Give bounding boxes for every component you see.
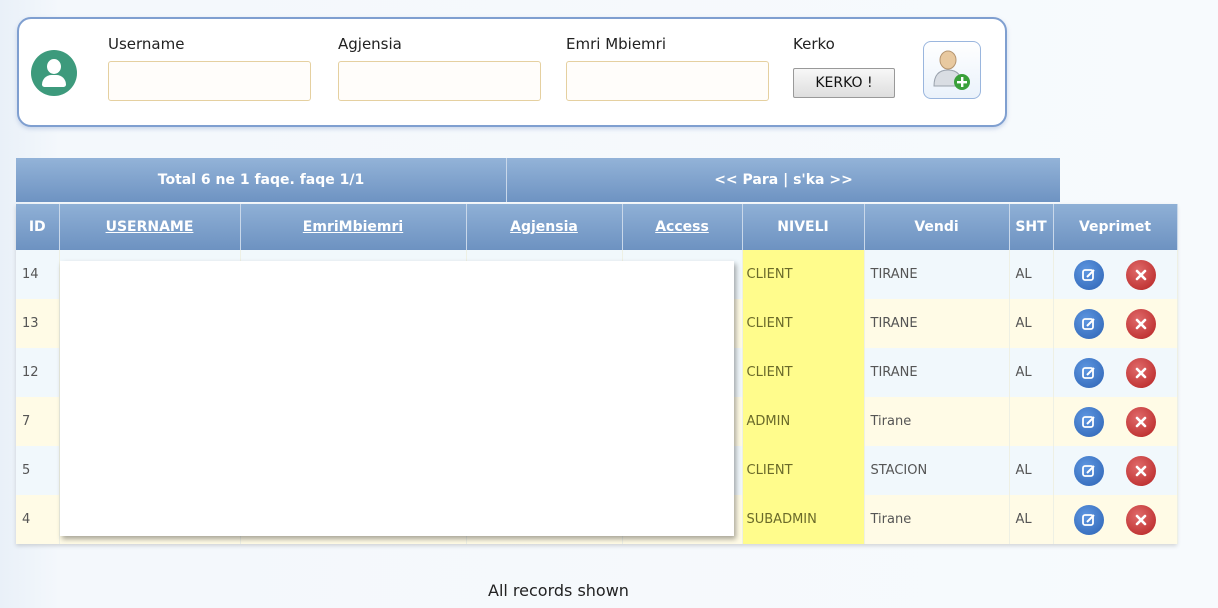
kerko-button[interactable]: KERKO ! xyxy=(793,68,895,98)
delete-icon[interactable] xyxy=(1126,455,1156,486)
vendi-cell: Tirane xyxy=(864,397,1010,446)
sht-cell: AL xyxy=(1009,250,1054,299)
edit-icon[interactable] xyxy=(1074,259,1104,290)
emri-mbiemri-label: Emri Mbiemri xyxy=(566,35,666,53)
edit-icon[interactable] xyxy=(1074,455,1104,486)
add-user-button[interactable] xyxy=(923,41,981,99)
delete-icon[interactable] xyxy=(1126,504,1156,535)
pager-bar: Total 6 ne 1 faqe. faqe 1/1 << Para | s'… xyxy=(16,158,1060,202)
col-vendi: Vendi xyxy=(864,204,1010,250)
col-id-label: ID xyxy=(28,219,46,235)
col-sht: SHT xyxy=(1009,204,1054,250)
col-sht-label: SHT xyxy=(1015,219,1047,235)
table-header-row: ID USERNAME EmriMbiemri Agjensia Access … xyxy=(16,204,1178,250)
niveli-cell: CLIENT xyxy=(742,299,865,348)
kerko-label: Kerko xyxy=(793,35,835,53)
records-status: All records shown xyxy=(488,581,629,600)
niveli-cell: SUBADMIN xyxy=(742,495,865,544)
niveli-cell: CLIENT xyxy=(742,250,865,299)
col-username[interactable]: USERNAME xyxy=(59,204,241,250)
sht-cell xyxy=(1009,397,1054,446)
avatar-body xyxy=(42,75,66,87)
col-veprimet-label: Veprimet xyxy=(1078,219,1152,235)
sht-cell: AL xyxy=(1009,299,1054,348)
niveli-cell: CLIENT xyxy=(742,348,865,397)
vendi-cell: TIRANE xyxy=(864,299,1010,348)
actions-cell xyxy=(1053,250,1178,299)
avatar-head xyxy=(47,59,61,74)
row-actions xyxy=(1054,250,1177,299)
niveli-cell: CLIENT xyxy=(742,446,865,495)
row-actions xyxy=(1054,299,1177,348)
id-cell: 4 xyxy=(16,495,60,544)
col-access[interactable]: Access xyxy=(622,204,743,250)
actions-cell xyxy=(1053,397,1178,446)
col-vendi-label: Vendi xyxy=(914,219,959,235)
actions-cell xyxy=(1053,495,1178,544)
edit-icon[interactable] xyxy=(1074,357,1104,388)
id-cell: 13 xyxy=(16,299,60,348)
row-actions xyxy=(1054,348,1177,397)
search-panel: Username Agjensia Emri Mbiemri Kerko KER… xyxy=(17,17,1007,127)
pager-nav[interactable]: << Para | s'ka >> xyxy=(507,158,1060,202)
vendi-cell: TIRANE xyxy=(864,348,1010,397)
delete-icon[interactable] xyxy=(1126,308,1156,339)
col-veprimet: Veprimet xyxy=(1053,204,1178,250)
username-label: Username xyxy=(108,35,185,53)
user-avatar-icon xyxy=(31,50,77,96)
vendi-cell: TIRANE xyxy=(864,250,1010,299)
edit-icon[interactable] xyxy=(1074,504,1104,535)
col-emri-mbiemri[interactable]: EmriMbiemri xyxy=(240,204,467,250)
row-actions xyxy=(1054,446,1177,495)
sht-cell: AL xyxy=(1009,495,1054,544)
id-cell: 12 xyxy=(16,348,60,397)
col-agjensia-label[interactable]: Agjensia xyxy=(510,219,578,235)
edit-icon[interactable] xyxy=(1074,308,1104,339)
col-access-label[interactable]: Access xyxy=(655,219,709,235)
actions-cell xyxy=(1053,446,1178,495)
sht-cell: AL xyxy=(1009,348,1054,397)
id-cell: 7 xyxy=(16,397,60,446)
agjensia-label: Agjensia xyxy=(338,35,402,53)
col-niveli: NIVELI xyxy=(742,204,865,250)
emri-mbiemri-input[interactable] xyxy=(566,61,769,101)
actions-cell xyxy=(1053,348,1178,397)
pager-total: Total 6 ne 1 faqe. faqe 1/1 xyxy=(16,158,507,202)
col-id: ID xyxy=(16,204,60,250)
sht-cell: AL xyxy=(1009,446,1054,495)
agjensia-input[interactable] xyxy=(338,61,541,101)
niveli-cell: ADMIN xyxy=(742,397,865,446)
col-niveli-label: NIVELI xyxy=(777,219,829,235)
vendi-cell: Tirane xyxy=(864,495,1010,544)
vendi-cell: STACION xyxy=(864,446,1010,495)
delete-icon[interactable] xyxy=(1126,357,1156,388)
delete-icon[interactable] xyxy=(1126,259,1156,290)
col-emri-label[interactable]: EmriMbiemri xyxy=(303,219,403,235)
id-cell: 14 xyxy=(16,250,60,299)
delete-icon[interactable] xyxy=(1126,406,1156,437)
id-cell: 5 xyxy=(16,446,60,495)
row-actions xyxy=(1054,495,1177,544)
add-user-icon xyxy=(933,50,970,90)
username-input[interactable] xyxy=(108,61,311,101)
row-actions xyxy=(1054,397,1177,446)
redaction-overlay xyxy=(60,261,734,536)
edit-icon[interactable] xyxy=(1074,406,1104,437)
col-username-label[interactable]: USERNAME xyxy=(106,219,194,235)
col-agjensia[interactable]: Agjensia xyxy=(466,204,623,250)
actions-cell xyxy=(1053,299,1178,348)
